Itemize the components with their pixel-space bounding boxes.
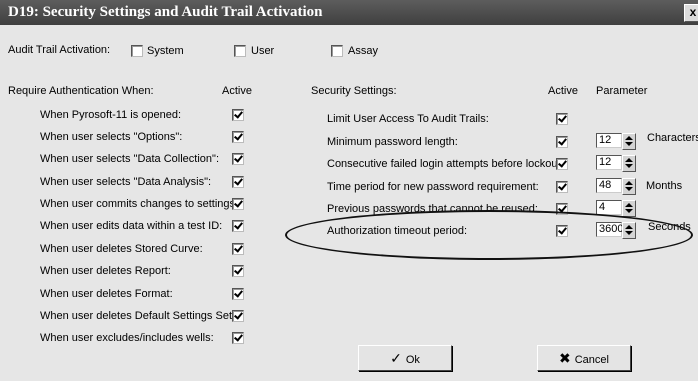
password-reuse-stepper[interactable]: 4 [596, 200, 636, 217]
close-button[interactable]: x [684, 4, 698, 22]
spin-arrows-icon[interactable] [622, 178, 636, 195]
security-item-label: Consecutive failed login attempts before… [327, 158, 564, 170]
auth-item-label: When user selects "Data Collection": [40, 153, 219, 165]
auth-item-label: When user deletes Report: [40, 265, 171, 277]
auth-item-checkbox[interactable] [232, 310, 244, 322]
lockout-checkbox[interactable] [556, 158, 568, 170]
highlight-oval [285, 210, 693, 260]
audit-assay-label: Assay [348, 45, 378, 57]
auth-item-label: When user selects "Options": [40, 131, 183, 143]
password-period-unit: Months [646, 180, 683, 192]
auth-item-checkbox[interactable] [232, 243, 244, 255]
audit-system-checkbox[interactable] [131, 45, 143, 57]
lockout-value[interactable]: 12 [596, 155, 622, 170]
min-password-stepper[interactable]: 12 [596, 133, 636, 150]
auth-item-checkbox[interactable] [232, 288, 244, 300]
min-password-value[interactable]: 12 [596, 133, 622, 148]
auth-item-label: When user deletes Stored Curve: [40, 243, 203, 255]
auth-item-label: When user deletes Format: [40, 288, 173, 300]
close-icon: x [689, 5, 697, 19]
password-period-value[interactable]: 48 [596, 178, 622, 193]
min-password-checkbox[interactable] [556, 136, 568, 148]
cancel-button[interactable]: ✖ Cancel [537, 345, 631, 371]
audit-user-label: User [251, 45, 275, 57]
auth-active-header: Active [222, 85, 252, 97]
spin-arrows-icon[interactable] [622, 133, 636, 150]
checkmark-icon: ✓ [390, 350, 402, 366]
security-settings-dialog: D19: Security Settings and Audit Trail A… [0, 0, 698, 381]
audit-system-label: System [147, 45, 184, 57]
audit-user-checkbox[interactable] [234, 45, 246, 57]
password-reuse-value[interactable]: 4 [596, 200, 622, 215]
auth-item-label: When user deletes Default Settings Set: [40, 310, 236, 322]
auth-item-checkbox[interactable] [232, 220, 244, 232]
auth-item-checkbox[interactable] [232, 153, 244, 165]
limit-audit-access-checkbox[interactable] [556, 113, 568, 125]
auth-item-checkbox[interactable] [232, 176, 244, 188]
ok-label: Ok [405, 354, 420, 366]
auth-item-checkbox[interactable] [232, 265, 244, 277]
spin-arrows-icon[interactable] [622, 155, 636, 172]
ok-button[interactable]: ✓ Ok [358, 345, 452, 371]
audit-assay-checkbox[interactable] [331, 45, 343, 57]
title-bar[interactable]: D19: Security Settings and Audit Trail A… [0, 0, 698, 25]
auth-item-checkbox[interactable] [232, 131, 244, 143]
lockout-stepper[interactable]: 12 [596, 155, 636, 172]
security-item-label: Limit User Access To Audit Trails: [327, 113, 489, 125]
auth-item-label: When user edits data within a test ID: [40, 220, 223, 232]
auth-item-label: When user commits changes to settings: [40, 198, 239, 210]
security-item-label: Minimum password length: [327, 136, 458, 148]
auth-item-checkbox[interactable] [232, 332, 244, 344]
auth-item-label: When Pyrosoft-11 is opened: [40, 109, 182, 121]
security-header: Security Settings: [311, 85, 397, 97]
auth-item-label: When user excludes/includes wells: [40, 332, 214, 344]
window-title: D19: Security Settings and Audit Trail A… [8, 4, 323, 20]
auth-item-label: When user selects "Data Analysis": [40, 176, 212, 188]
password-period-checkbox[interactable] [556, 181, 568, 193]
auth-header: Require Authentication When: [8, 85, 154, 97]
security-active-header: Active [548, 85, 578, 97]
auth-item-checkbox[interactable] [232, 109, 244, 121]
password-period-stepper[interactable]: 48 [596, 178, 636, 195]
auth-item-checkbox[interactable] [232, 198, 244, 210]
spin-arrows-icon[interactable] [622, 200, 636, 217]
audit-trail-label: Audit Trail Activation: [8, 44, 111, 56]
cancel-label: Cancel [574, 354, 609, 366]
min-password-unit: Characters [647, 132, 698, 144]
security-item-label: Time period for new password requirement… [327, 181, 539, 193]
parameter-header: Parameter [596, 85, 648, 97]
cross-icon: ✖ [559, 350, 571, 366]
